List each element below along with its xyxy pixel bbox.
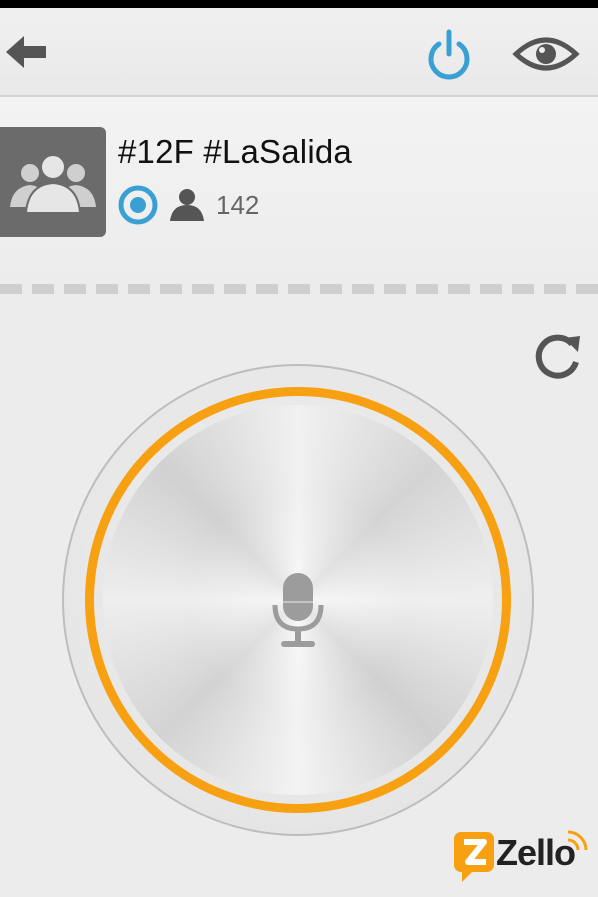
back-button[interactable] xyxy=(4,32,50,72)
talk-button-face xyxy=(103,405,493,795)
user-icon xyxy=(170,189,204,221)
power-icon xyxy=(428,29,470,80)
group-icon xyxy=(10,154,96,214)
section-divider xyxy=(0,284,598,294)
channel-avatar xyxy=(0,127,106,237)
status-bar xyxy=(0,0,598,8)
channel-header: #12F #LaSalida 142 xyxy=(0,97,598,287)
push-to-talk-button[interactable] xyxy=(62,364,534,836)
refresh-button[interactable] xyxy=(532,330,584,382)
talk-status-ring xyxy=(85,387,511,813)
user-count: 142 xyxy=(216,190,260,220)
online-status-icon xyxy=(118,185,158,225)
refresh-icon xyxy=(535,334,580,379)
zello-logo-text: Zello xyxy=(496,832,576,873)
arrow-left-icon xyxy=(6,36,46,68)
eye-button[interactable] xyxy=(512,32,580,76)
power-button[interactable] xyxy=(424,28,474,82)
microphone-icon xyxy=(272,573,324,647)
top-toolbar xyxy=(0,8,598,97)
channel-title: #12F #LaSalida xyxy=(118,133,352,170)
eye-icon xyxy=(512,37,580,71)
